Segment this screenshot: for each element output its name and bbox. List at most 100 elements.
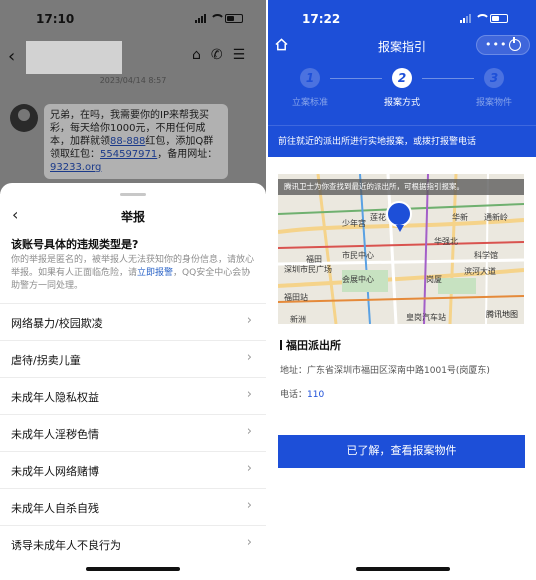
mini-program-capsule: ••• [476,35,530,55]
guide-banner: 前往就近的派出所进行实地报案，或拨打报警电话 [278,137,477,147]
station-phone: 电话：110 [280,387,324,400]
map-label: 深圳市民广场 [284,265,332,274]
chat-header-actions: ⌂ ✆ ☰ [192,46,245,64]
address-label: 地址： [280,366,308,376]
map-label: 会展中心 [342,275,374,284]
report-screen: 17:10 ‹ ⌂ ✆ ☰ 2023/04/14 8:57 兄弟，在吗，我需要你… [0,0,266,580]
category-label: 未成年人自杀自残 [11,502,99,515]
map-label: 通新岭 [484,213,508,222]
category-label: 未成年人隐私权益 [11,391,99,404]
step-label: 立案标准 [291,98,328,108]
category-item[interactable]: 虐待/拐卖儿童 › [0,340,266,377]
map-roads [278,174,524,324]
message-link[interactable]: 88-888 [110,136,145,147]
map-attribution: 腾讯地图 [486,310,518,319]
chat-timestamp: 2023/04/14 8:57 [99,76,167,85]
chevron-right-icon: › [246,535,252,550]
map-label: 福田站 [284,293,308,302]
map-label: 莲花 [370,213,386,222]
report-question: 该账号具体的违规类型是? [11,238,139,251]
status-time: 17:22 [302,12,341,26]
map-toast: 腾讯卫士为你查找到最近的派出所，可根据指引报案。 [278,179,524,195]
chat-header: ‹ ⌂ ✆ ☰ [0,38,266,75]
step-number: 1 [300,68,320,88]
phone-icon[interactable]: ✆ [211,46,223,64]
report-note: 你的举报是匿名的，被举报人无法获知你的身份信息，请放心举报。如果有人正面临危险，… [11,254,255,293]
map-label: 市民中心 [342,251,374,260]
category-item[interactable]: 未成年人网络赌博 › [0,451,266,488]
step-label: 报案物件 [475,98,512,108]
signal-icon [460,14,471,23]
category-item[interactable]: 诱导未成年人不良行为 › [0,525,266,562]
call-police-link[interactable]: 立即报警 [137,268,173,278]
avatar[interactable] [10,104,38,132]
chevron-right-icon: › [246,350,252,365]
message-bubble[interactable]: 兄弟，在吗，我需要你的IP来帮我买彩，每天给你1000元，不用任何成本，加群就领… [44,104,228,179]
chevron-right-icon: › [246,424,252,439]
status-icons [460,14,508,23]
battery-icon [225,14,243,23]
message-text: ，备用网址： [157,149,218,160]
map-label: 皇岗汽车站 [406,313,446,322]
chevron-right-icon: › [246,387,252,402]
contact-name-redacted [26,41,122,75]
map-label: 科学馆 [474,251,498,260]
status-time: 17:10 [36,12,75,26]
step-1[interactable]: 1 立案标准 [270,68,350,108]
step-number: 2 [392,68,412,88]
battery-icon [490,14,508,23]
signal-icon [195,14,206,23]
sheet-grabber[interactable] [120,193,146,196]
chevron-right-icon: › [246,313,252,328]
header-divider [268,125,536,126]
step-2[interactable]: 2 报案方式 [362,68,442,108]
category-item[interactable]: 网络暴力/校园欺凌 › [0,303,266,340]
category-item[interactable]: 未成年人淫秽色情 › [0,414,266,451]
step-number: 3 [484,68,504,88]
phone-label: 电话： [280,390,308,400]
more-icon[interactable]: ••• [485,38,507,51]
step-3[interactable]: 3 报案物件 [454,68,534,108]
report-sheet: ‹ 举报 该账号具体的违规类型是? 你的举报是匿名的，被举报人无法获知你的身份信… [0,183,266,580]
map-label: 少年宫 [342,219,366,228]
map-label: 岗厦 [426,275,442,284]
menu-icon[interactable]: ☰ [233,46,246,64]
map-label: 华强北 [434,237,458,246]
category-label: 网络暴力/校园欺凌 [11,317,103,330]
house-icon[interactable]: ⌂ [192,46,201,64]
home-indicator[interactable] [356,567,450,571]
report-guide-screen: 17:22 报案指引 ••• 1 立案标准 2 报案方式 3 报案物件 前往就近… [268,0,536,580]
wifi-icon [210,14,225,23]
station-name: 福田派出所 [280,337,341,353]
map-label: 滨河大道 [464,267,496,276]
phone-number[interactable]: 110 [307,390,324,400]
chevron-right-icon: › [246,461,252,476]
guide-header: 17:22 报案指引 ••• 1 立案标准 2 报案方式 3 报案物件 前往就近… [268,0,536,157]
map-label: 华新 [452,213,468,222]
category-label: 诱导未成年人不良行为 [11,539,121,552]
message-link[interactable]: 554597971 [100,149,157,160]
status-icons [195,14,243,23]
category-list: 网络暴力/校园欺凌 › 虐待/拐卖儿童 › 未成年人隐私权益 › 未成年人淫秽色情 › 未成年人… [0,303,266,562]
status-bar: 17:10 [0,0,266,38]
message-link[interactable]: 93233.org [50,162,101,173]
view-report-materials-button[interactable]: 已了解，查看报案物件 [278,435,525,468]
chevron-right-icon: › [246,498,252,513]
wifi-icon [475,14,490,23]
category-item[interactable]: 未成年人隐私权益 › [0,377,266,414]
power-icon[interactable] [509,37,521,51]
step-label: 报案方式 [383,98,420,108]
sheet-title: 举报 [120,210,145,224]
location-pin-icon[interactable] [386,201,412,232]
chat-area: 2023/04/14 8:57 兄弟，在吗，我需要你的IP来帮我买彩，每天给你1… [0,74,266,194]
category-label: 未成年人网络赌博 [11,465,99,478]
map-view[interactable]: 腾讯卫士为你查找到最近的派出所，可根据指引报案。 少年宫 莲花 华新 通新岭 市… [278,174,524,324]
category-item[interactable]: 未成年人自杀自残 › [0,488,266,525]
home-indicator[interactable] [86,567,180,571]
station-address: 地址：广东省深圳市福田区深南中路1001号(岗厦东) [280,363,490,376]
back-icon[interactable]: ‹ [8,46,15,67]
category-label: 未成年人淫秽色情 [11,428,99,441]
address-value: 广东省深圳市福田区深南中路1001号(岗厦东) [307,366,490,376]
map-label: 新洲 [290,315,306,324]
category-label: 虐待/拐卖儿童 [11,354,81,367]
